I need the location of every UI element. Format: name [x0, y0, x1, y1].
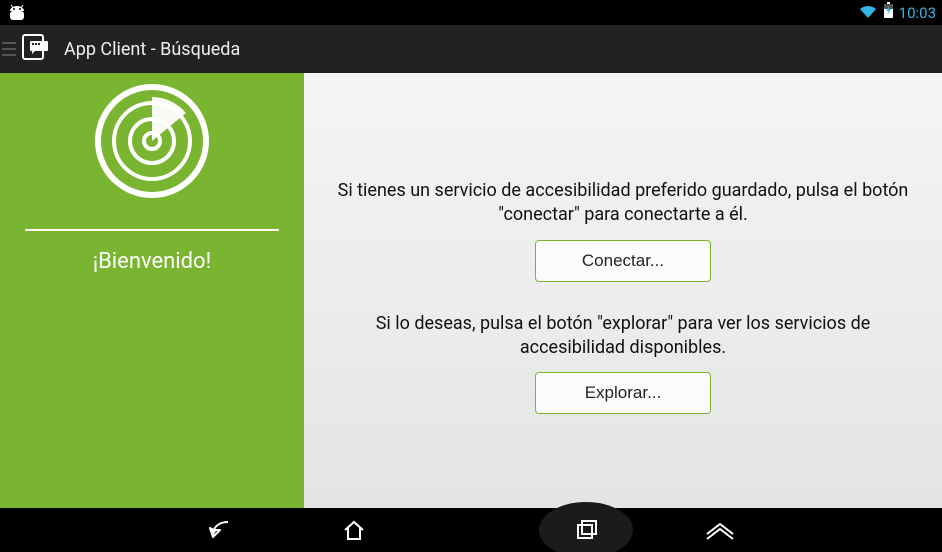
- side-panel: ¡Bienvenido!: [0, 73, 304, 508]
- wifi-icon: [858, 3, 878, 23]
- action-bar: App Client - Búsqueda: [0, 25, 942, 73]
- page-title: App Client - Búsqueda: [64, 39, 240, 60]
- menu-icon[interactable]: [2, 42, 16, 56]
- back-button[interactable]: [206, 514, 238, 546]
- android-debug-icon: [4, 4, 30, 22]
- battery-icon: [883, 2, 894, 23]
- recent-apps-button[interactable]: [539, 502, 633, 552]
- divider: [25, 229, 279, 231]
- welcome-heading: ¡Bienvenido!: [93, 249, 212, 274]
- content-area: ¡Bienvenido! Si tienes un servicio de ac…: [0, 73, 942, 508]
- nav-bar: [0, 508, 942, 552]
- status-bar: 10:03: [0, 0, 942, 25]
- explore-button[interactable]: Explorar...: [535, 372, 711, 414]
- main-panel: Si tienes un servicio de accesibilidad p…: [304, 73, 942, 508]
- home-button[interactable]: [338, 514, 370, 546]
- app-icon[interactable]: [18, 29, 54, 69]
- explore-instruction: Si lo deseas, pulsa el botón "explorar" …: [333, 312, 913, 361]
- radar-icon: [86, 75, 218, 211]
- overview-button[interactable]: [704, 514, 736, 546]
- connect-instruction: Si tienes un servicio de accesibilidad p…: [333, 179, 913, 228]
- status-time: 10:03: [899, 4, 936, 22]
- connect-button[interactable]: Conectar...: [535, 240, 711, 282]
